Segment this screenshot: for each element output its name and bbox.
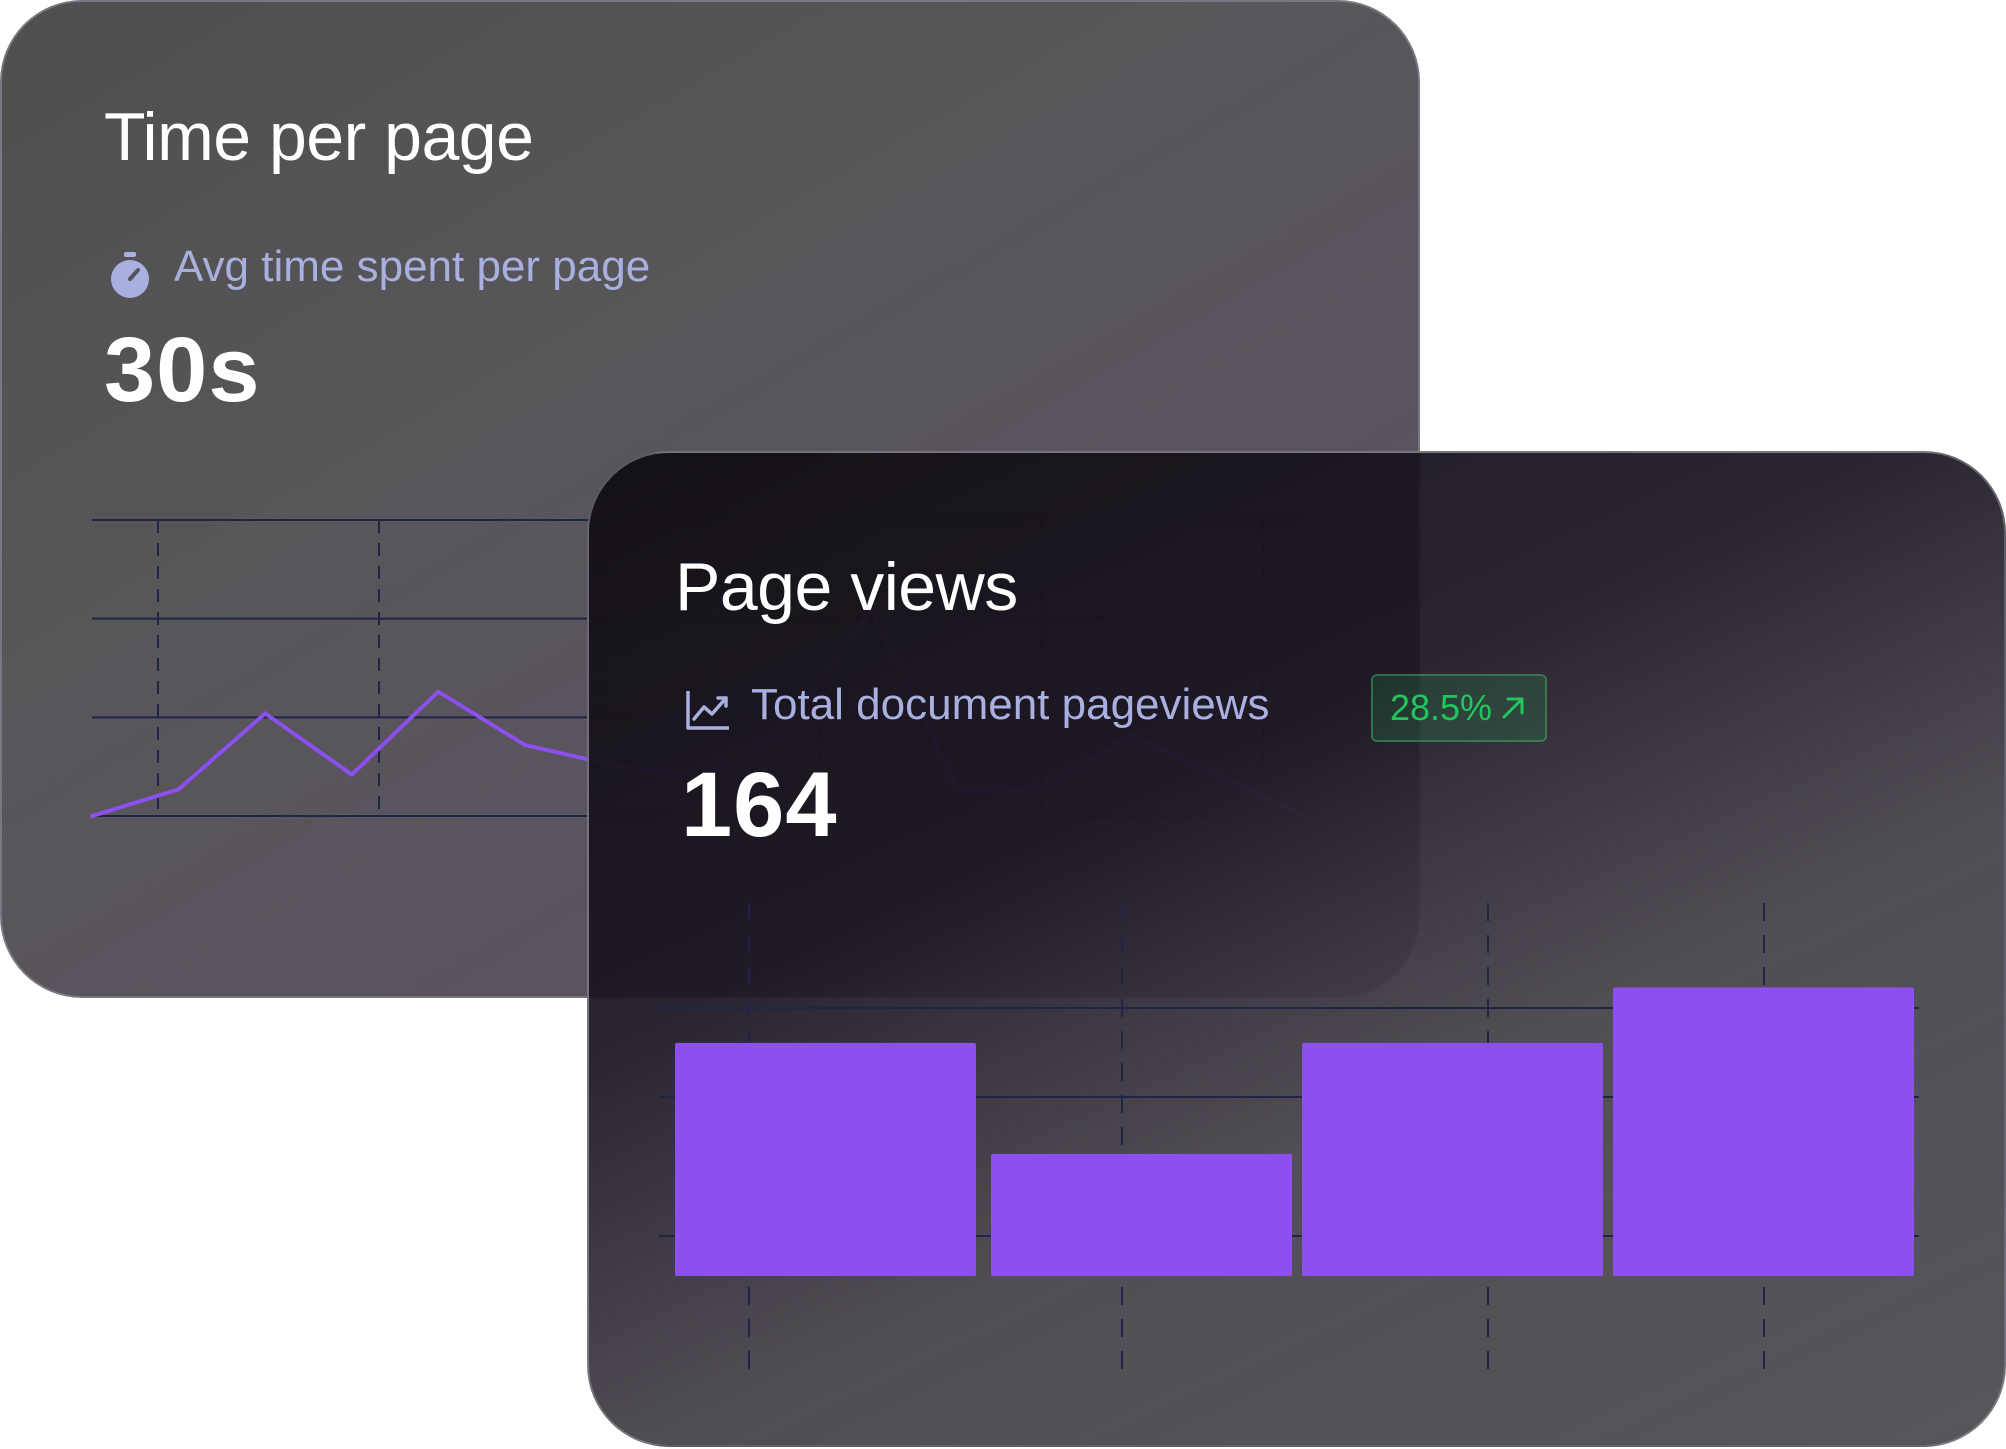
line-chart-point [436,689,441,694]
time-per-page-title: Time per page [104,99,534,175]
line-chart-point [176,787,181,792]
bar-chart-bar [1302,1042,1603,1276]
bar-chart-bar [991,1153,1292,1276]
time-per-page-value: 30s [104,319,261,421]
bar-chart-bar [675,1042,976,1276]
arrow-up-right-icon [1502,697,1524,719]
page-views-card: Page views Total document pageviews 28.5… [587,451,2006,1447]
page-views-title: Page views [675,549,1018,625]
page-views-subtitle: Total document pageviews [751,680,1270,729]
time-per-page-subtitle: Avg time spent per page [174,242,651,291]
line-chart-point [263,711,268,716]
line-chart-point [349,772,354,777]
trend-line-icon [686,691,729,730]
line-chart-point [90,814,94,818]
line-chart-point [522,742,527,747]
bar-chart-bar [1613,987,1914,1276]
page-views-value: 164 [681,754,838,856]
growth-badge: 28.5% [1371,674,1547,742]
growth-badge-value: 28.5% [1389,687,1493,728]
stopwatch-icon [111,252,149,298]
